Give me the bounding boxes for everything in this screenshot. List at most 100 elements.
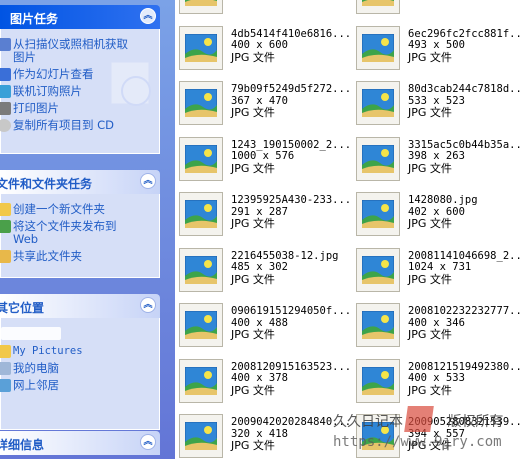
jpg-thumbnail-icon[interactable]: [356, 25, 400, 70]
landscape-icon: [185, 366, 217, 395]
place-label: 网上邻居: [13, 378, 59, 392]
file-item[interactable]: 12395925A430-233... 291 x 287 JPG 文件: [175, 192, 351, 246]
task-copy-to-cd[interactable]: 复制所有项目到 CD: [0, 118, 159, 132]
jpg-thumbnail-icon[interactable]: [179, 358, 223, 403]
file-item[interactable]: 2008102232232777... 400 x 346 JPG 文件: [352, 303, 521, 357]
file-name: 2009042020284840...: [231, 416, 352, 428]
jpg-thumbnail-icon[interactable]: [356, 81, 400, 125]
file-item[interactable]: 6ec296fc2fcc881f... 493 x 500 JPG 文件: [352, 25, 521, 80]
file-item[interactable]: 2008120915163523... 400 x 378 JPG 文件: [175, 358, 351, 413]
place-my-computer[interactable]: 我的电脑: [0, 361, 159, 375]
task-share-folder[interactable]: 共享此文件夹: [0, 249, 159, 263]
landscape-icon: [185, 422, 217, 450]
file-tasks-body: 创建一个新文件夹 将这个文件夹发布到 Web 共享此文件夹: [0, 194, 160, 278]
jpg-thumbnail-icon[interactable]: [356, 136, 400, 181]
file-name: 80d3cab244c7818d...: [408, 83, 521, 95]
jpg-thumbnail-icon[interactable]: [179, 247, 223, 292]
task-label: 复制所有项目到 CD: [13, 118, 115, 132]
landscape-icon: [362, 200, 394, 228]
file-name: 1428080.jpg: [408, 194, 478, 206]
landscape-icon: [185, 255, 217, 284]
place-blurred[interactable]: [1, 327, 159, 341]
file-tasks-header[interactable]: 文件和文件夹任务 ︽: [0, 170, 160, 194]
file-item[interactable]: 20081141046698_2... 1024 x 731 JPG 文件: [352, 247, 521, 302]
my-computer-icon: [0, 362, 11, 375]
file-item[interactable]: 2008121519492380... 400 x 533 JPG 文件: [352, 358, 521, 413]
jpg-thumbnail-icon[interactable]: [356, 247, 400, 292]
file-name: 79b09f5249d5f272...: [231, 83, 352, 95]
file-item[interactable]: 2009042020284840... 320 x 418 JPG 文件: [175, 414, 351, 459]
jpg-thumbnail-icon[interactable]: [356, 303, 400, 347]
file-type: JPG 文件: [408, 50, 452, 64]
file-dimensions: 400 x 378: [231, 372, 288, 384]
jpg-thumbnail-icon[interactable]: [179, 0, 223, 14]
file-item[interactable]: 4db5414f410e6816... 400 x 600 JPG 文件: [175, 25, 351, 80]
picture-tasks-title: 图片任务: [10, 12, 59, 26]
landscape-icon: [185, 200, 217, 228]
task-label: 共享此文件夹: [13, 249, 82, 263]
file-type: JPG 文件: [408, 217, 452, 230]
jpg-thumbnail-icon[interactable]: [356, 358, 400, 403]
file-dimensions: 1000 x 576: [231, 150, 295, 162]
file-name: 2009052808321539...: [408, 416, 521, 428]
printer-icon: [0, 102, 11, 115]
details-header[interactable]: 详细信息 ︽: [0, 431, 160, 455]
file-item[interactable]: 3315ac5c0b44b35a... 398 x 263 JPG 文件: [352, 136, 521, 191]
file-list: JPG 文件JPG 文件4db5414f410e6816...400 x 600…: [175, 0, 521, 459]
order-prints-icon: [0, 85, 11, 98]
file-item[interactable]: 1243_190150002_2... 1000 x 576 JPG 文件: [175, 136, 351, 191]
jpg-thumbnail-icon[interactable]: [356, 414, 400, 458]
place-label: 我的电脑: [13, 361, 59, 375]
new-folder-icon: [0, 203, 11, 216]
collapse-icon[interactable]: ︽: [140, 434, 156, 450]
jpg-thumbnail-icon[interactable]: [179, 414, 223, 458]
jpg-thumbnail-icon[interactable]: [179, 303, 223, 347]
collapse-icon[interactable]: ︽: [140, 173, 156, 189]
landscape-icon: [185, 144, 217, 173]
task-publish-web[interactable]: 将这个文件夹发布到 Web: [0, 220, 159, 246]
file-dimensions: 493 x 500: [408, 39, 465, 51]
jpg-thumbnail-icon[interactable]: [179, 136, 223, 181]
file-type: JPG 文件: [231, 50, 275, 64]
file-item[interactable]: 2009052808321539... 394 x 557 JPG 文件: [352, 414, 521, 459]
file-type: JPG 文件: [231, 161, 275, 175]
cd-icon: [0, 119, 11, 132]
file-type: JPG 文件: [408, 328, 452, 341]
collapse-icon[interactable]: ︽: [140, 8, 156, 24]
landscape-icon: [362, 255, 394, 284]
file-tasks-title: 文件和文件夹任务: [0, 177, 93, 191]
file-item[interactable]: JPG 文件: [352, 0, 517, 24]
collapse-icon[interactable]: ︽: [140, 297, 156, 313]
file-item[interactable]: 2216455038-12.jpg 485 x 302 JPG 文件: [175, 247, 340, 302]
file-item[interactable]: JPG 文件: [175, 0, 340, 24]
other-places-header[interactable]: 其它位置 ︽: [0, 294, 160, 318]
jpg-thumbnail-icon[interactable]: [356, 0, 400, 14]
jpg-thumbnail-icon[interactable]: [179, 192, 223, 236]
picture-tasks-watermark-icon: [111, 62, 151, 106]
file-item[interactable]: 1428080.jpg 402 x 600 JPG 文件: [352, 192, 517, 246]
file-dimensions: 400 x 533: [408, 372, 465, 384]
publish-web-icon: [0, 220, 11, 233]
file-type: JPG 文件: [408, 272, 452, 286]
landscape-icon: [362, 0, 394, 6]
jpg-thumbnail-icon[interactable]: [179, 81, 223, 125]
jpg-thumbnail-icon[interactable]: [356, 192, 400, 236]
file-item[interactable]: 80d3cab244c7818d... 533 x 523 JPG 文件: [352, 81, 521, 135]
landscape-icon: [185, 311, 217, 339]
file-name: 12395925A430-233...: [231, 194, 352, 206]
place-network[interactable]: 网上邻居: [0, 378, 159, 392]
file-item[interactable]: 090619151294050f... 400 x 488 JPG 文件: [175, 303, 351, 357]
file-item[interactable]: 79b09f5249d5f272... 367 x 470 JPG 文件: [175, 81, 351, 135]
jpg-thumbnail-icon[interactable]: [179, 25, 223, 70]
picture-tasks-header[interactable]: 图片任务 ︽: [0, 5, 160, 29]
task-new-folder[interactable]: 创建一个新文件夹: [0, 203, 159, 216]
file-type: JPG 文件: [231, 383, 275, 397]
picture-tasks-body: 从扫描仪或照相机获取 图片 作为幻灯片查看 联机订购照片 打印图片 复制所有项目…: [0, 29, 160, 154]
file-name: 090619151294050f...: [231, 305, 352, 317]
landscape-icon: [185, 89, 217, 117]
file-type: JPG 文件: [231, 328, 275, 341]
place-my-pictures[interactable]: My Pictures: [0, 345, 159, 358]
file-dimensions: 398 x 263: [408, 150, 465, 162]
details-title: 详细信息: [0, 438, 45, 452]
landscape-icon: [362, 89, 394, 117]
